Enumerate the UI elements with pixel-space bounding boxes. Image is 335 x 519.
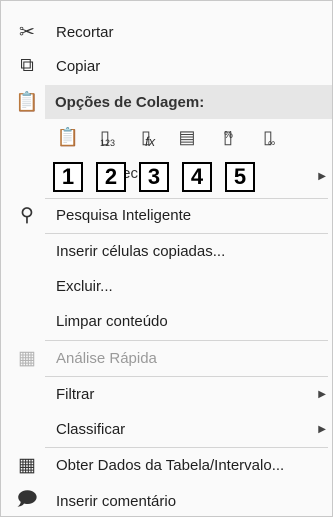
copy-icon: ⧉ <box>20 55 34 76</box>
paste-icon: 📋 <box>56 126 80 147</box>
submenu-arrow-icon: ▶ <box>318 388 326 400</box>
menu-item-insert-comment[interactable]: 🗩 Inserir comentário <box>1 484 332 518</box>
menu-item-label: Inserir células copiadas... <box>56 242 226 260</box>
menu-item-label: Excluir... <box>56 277 113 295</box>
annotation-number: 2 <box>96 162 126 192</box>
paste-link-button[interactable]: ▯ ∞ <box>253 121 283 153</box>
annotation-numbers: 1 2 3 4 5 <box>53 162 313 194</box>
menu-item-copy[interactable]: ⧉ Copiar <box>1 49 332 83</box>
paste-options-row: 📋 ▯ 123 ▯ fx ▤ ▯ % ▯ ∞ <box>45 119 332 161</box>
menu-item-sort[interactable]: Classificar ▶ <box>1 412 332 446</box>
menu-item-delete[interactable]: Excluir... <box>1 269 332 303</box>
paste-values-sub: 123 <box>100 138 116 148</box>
paste-values-button[interactable]: ▯ 123 <box>90 121 120 153</box>
link-glyph: ∞ <box>268 138 276 149</box>
paste-formatting-button[interactable]: ▯ % <box>213 121 243 153</box>
paste-options-label: Opções de Colagem: <box>55 93 205 111</box>
paste-formulas-button[interactable]: ▯ fx <box>131 121 161 153</box>
menu-item-label: Inserir comentário <box>56 492 177 510</box>
menu-item-label: Limpar conteúdo <box>56 312 168 330</box>
menu-item-insert-copied-cells[interactable]: Inserir células copiadas... <box>1 234 332 268</box>
menu-item-label: Obter Dados da Tabela/Intervalo... <box>56 456 285 474</box>
paste-button[interactable]: 📋 <box>53 121 83 153</box>
paste-transpose-icon: ▤ <box>178 126 196 147</box>
table-icon: ▦ <box>18 454 36 476</box>
menu-item-cut[interactable]: ✂ Recortar <box>1 15 332 49</box>
paste-formulas-sub: fx <box>145 134 156 149</box>
annotation-number: 5 <box>225 162 255 192</box>
annotation-number: 1 <box>53 162 83 192</box>
quick-analysis-icon: ▦ <box>18 347 36 369</box>
submenu-arrow-icon: ▶ <box>318 423 326 435</box>
menu-item-clear-contents[interactable]: Limpar conteúdo <box>1 304 332 338</box>
menu-item-label: Recortar <box>56 23 114 41</box>
menu-item-label: Filtrar <box>56 385 95 403</box>
paste-formatting-sub: % <box>224 130 233 141</box>
context-menu: ✂ Recortar ⧉ Copiar 📋 Opções de Colagem:… <box>0 0 333 517</box>
comment-icon: 🗩 <box>16 489 38 510</box>
menu-item-label: Pesquisa Inteligente <box>56 206 192 224</box>
menu-item-label: Análise Rápida <box>56 349 157 367</box>
menu-item-get-data[interactable]: ▦ Obter Dados da Tabela/Intervalo... <box>1 448 332 482</box>
paste-transpose-button[interactable]: ▤ <box>172 121 202 153</box>
smart-lookup-icon: ⚲ <box>20 204 34 226</box>
paste-options-icon: 📋 <box>15 92 39 113</box>
menu-item-smart-lookup[interactable]: ⚲ Pesquisa Inteligente <box>1 198 332 232</box>
menu-item-filter[interactable]: Filtrar ▶ <box>1 377 332 411</box>
menu-item-label: Classificar <box>56 420 126 438</box>
menu-item-quick-analysis[interactable]: ▦ Análise Rápida <box>1 341 332 375</box>
submenu-arrow-icon: ▶ <box>318 171 326 182</box>
scissors-icon: ✂ <box>19 21 35 43</box>
menu-item-label: Copiar <box>56 57 101 75</box>
paste-options-header: Opções de Colagem: <box>45 85 332 119</box>
annotation-number: 4 <box>182 162 212 192</box>
annotation-number: 3 <box>139 162 169 192</box>
